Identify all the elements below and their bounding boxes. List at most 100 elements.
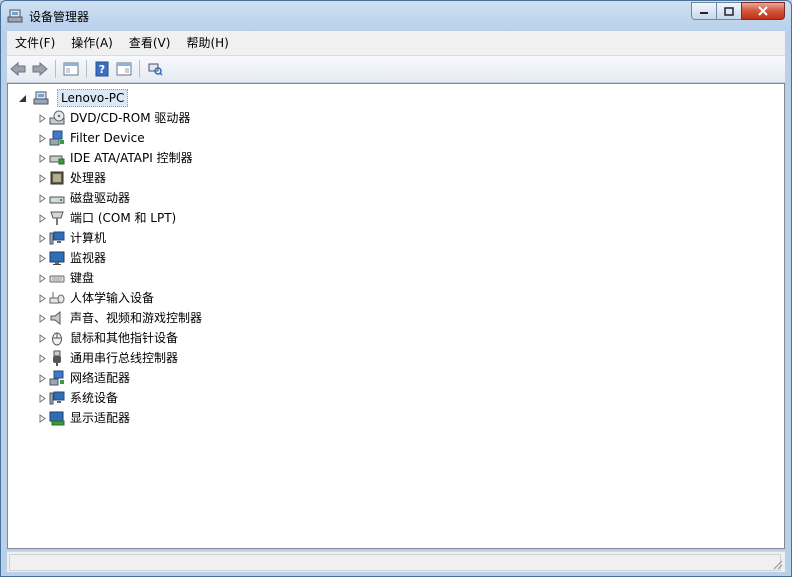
- maximize-icon: [724, 6, 734, 16]
- console-tree-icon: [63, 62, 79, 76]
- tree-node-label: 磁盘驱动器: [70, 191, 131, 205]
- toolbar-separator: [86, 60, 87, 78]
- scan-hardware-button[interactable]: [144, 58, 166, 80]
- computer-icon: [33, 91, 49, 105]
- expand-arrow-icon[interactable]: [38, 193, 47, 203]
- back-button[interactable]: [7, 58, 29, 80]
- system-device-icon: [49, 391, 65, 405]
- device-tree[interactable]: Lenovo-PC DVD/CD-ROM 驱动器 Filter Device I…: [7, 83, 785, 549]
- tree-node-label: 计算机: [70, 231, 107, 245]
- tree-node-processor[interactable]: 处理器: [38, 168, 106, 188]
- resize-grip-icon[interactable]: [771, 558, 783, 570]
- tree-node-display-adapter[interactable]: 显示适配器: [38, 408, 130, 428]
- monitor-icon: [49, 251, 65, 265]
- display-adapter-icon: [49, 411, 65, 426]
- tree-node-computer[interactable]: 计算机: [38, 228, 106, 248]
- expand-arrow-icon[interactable]: [38, 233, 47, 243]
- menu-help[interactable]: 帮助(H): [178, 31, 236, 55]
- tree-node-label: Filter Device: [70, 131, 145, 145]
- forward-icon: [32, 61, 48, 77]
- toolbar-separator: [55, 60, 56, 78]
- close-button[interactable]: [741, 2, 785, 20]
- network-adapter-icon: [49, 370, 64, 386]
- back-icon: [10, 61, 26, 77]
- device-manager-window: 设备管理器 文件(F) 操作(A) 查看(V) 帮助(H) ? Lenovo-P…: [0, 0, 792, 577]
- tree-node-label: 鼠标和其他指针设备: [70, 331, 179, 345]
- collapse-arrow-icon[interactable]: [18, 94, 27, 103]
- tree-node-monitor[interactable]: 监视器: [38, 248, 106, 268]
- speaker-icon: [50, 310, 61, 326]
- menu-file[interactable]: 文件(F): [7, 31, 63, 55]
- expand-arrow-icon[interactable]: [38, 133, 47, 143]
- help-button[interactable]: ?: [91, 58, 113, 80]
- usb-icon: [53, 350, 61, 366]
- tree-node-label: 显示适配器: [70, 411, 131, 425]
- expand-arrow-icon[interactable]: [38, 273, 47, 283]
- tree-node-keyboard[interactable]: 键盘: [38, 268, 94, 288]
- title-bar[interactable]: 设备管理器: [1, 1, 791, 31]
- expand-arrow-icon[interactable]: [38, 113, 47, 123]
- tree-node-sound-video-game[interactable]: 声音、视频和游戏控制器: [38, 308, 202, 328]
- expand-arrow-icon[interactable]: [38, 173, 47, 183]
- processor-icon: [50, 171, 64, 185]
- mouse-icon: [52, 332, 62, 346]
- toolbar: ?: [7, 56, 785, 83]
- filter-device-icon: [49, 130, 64, 146]
- tree-node-label: DVD/CD-ROM 驱动器: [70, 111, 191, 125]
- keyboard-icon: [49, 275, 65, 283]
- tree-node-ports[interactable]: 端口 (COM 和 LPT): [38, 208, 176, 228]
- tree-node-label: 网络适配器: [70, 371, 131, 385]
- forward-button[interactable]: [29, 58, 51, 80]
- expand-arrow-icon[interactable]: [38, 393, 47, 403]
- disk-drive-icon: [49, 196, 65, 204]
- expand-arrow-icon[interactable]: [38, 333, 47, 343]
- show-hide-console-tree-button[interactable]: [60, 58, 82, 80]
- tree-node-label: IDE ATA/ATAPI 控制器: [70, 151, 193, 165]
- scan-hardware-icon: [148, 63, 163, 76]
- tree-node-hid[interactable]: 人体学输入设备: [38, 288, 154, 308]
- svg-text:?: ?: [99, 63, 105, 76]
- tree-node-network-adapter[interactable]: 网络适配器: [38, 368, 130, 388]
- status-bar: [7, 551, 785, 572]
- device-manager-app-icon: [7, 9, 23, 23]
- expand-arrow-icon[interactable]: [38, 293, 47, 303]
- tree-node-label: 通用串行总线控制器: [70, 351, 179, 365]
- tree-root-node[interactable]: Lenovo-PC: [18, 88, 129, 108]
- properties-icon: [116, 62, 132, 76]
- expand-arrow-icon[interactable]: [38, 373, 47, 383]
- expand-arrow-icon[interactable]: [38, 353, 47, 363]
- expand-arrow-icon[interactable]: [38, 313, 47, 323]
- tree-node-system-devices[interactable]: 系统设备: [38, 388, 118, 408]
- window-title: 设备管理器: [29, 10, 90, 24]
- computer-icon: [49, 231, 65, 245]
- expand-arrow-icon[interactable]: [38, 153, 47, 163]
- menu-view[interactable]: 查看(V): [121, 31, 179, 55]
- menu-action[interactable]: 操作(A): [63, 31, 121, 55]
- properties-button[interactable]: [113, 58, 135, 80]
- tree-node-mouse[interactable]: 鼠标和其他指针设备: [38, 328, 178, 348]
- tree-node-disk-drive[interactable]: 磁盘驱动器: [38, 188, 130, 208]
- close-icon: [758, 6, 768, 16]
- minimize-icon: [700, 12, 708, 14]
- expand-arrow-icon[interactable]: [38, 413, 47, 423]
- tree-node-dvd-cdrom[interactable]: DVD/CD-ROM 驱动器: [38, 108, 190, 128]
- status-pane: [9, 554, 781, 571]
- maximize-button[interactable]: [716, 2, 742, 20]
- tree-node-ide-controller[interactable]: IDE ATA/ATAPI 控制器: [38, 148, 193, 168]
- tree-node-label: 处理器: [70, 171, 107, 185]
- help-icon: ?: [95, 61, 109, 77]
- tree-node-filter-device[interactable]: Filter Device: [38, 128, 145, 148]
- tree-node-label: 监视器: [70, 251, 107, 265]
- tree-node-label: 声音、视频和游戏控制器: [70, 311, 203, 325]
- tree-node-label: 键盘: [70, 271, 95, 285]
- expand-arrow-icon[interactable]: [38, 253, 47, 263]
- minimize-button[interactable]: [691, 2, 717, 20]
- caption-buttons: [691, 2, 785, 22]
- tree-node-usb[interactable]: 通用串行总线控制器: [38, 348, 178, 368]
- tree-root-label[interactable]: Lenovo-PC: [57, 89, 129, 107]
- port-icon: [50, 211, 64, 225]
- tree-node-label: 系统设备: [70, 391, 119, 405]
- tree-node-label: 端口 (COM 和 LPT): [70, 211, 177, 225]
- expand-arrow-icon[interactable]: [38, 213, 47, 223]
- menu-bar: 文件(F) 操作(A) 查看(V) 帮助(H): [7, 31, 785, 56]
